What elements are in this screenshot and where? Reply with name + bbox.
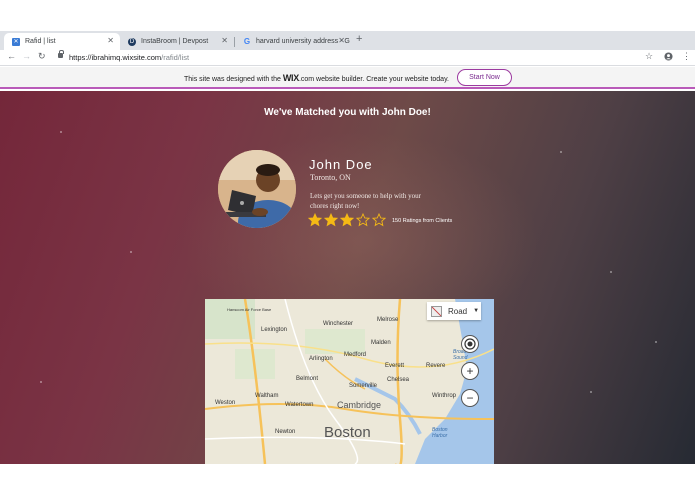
wix-banner-text: This site was designed with the WIX.com … [184, 73, 449, 83]
map-label-belmont: Belmont [296, 376, 319, 382]
map-road-icon [431, 305, 442, 317]
back-arrow-icon[interactable]: ← [7, 51, 16, 61]
map-type-label: Road [448, 306, 468, 316]
my-location-button[interactable] [461, 335, 479, 353]
map-label-boston: Boston [324, 424, 371, 441]
top-whitespace [0, 0, 695, 31]
address-bar-row: ← → ↻ https://ibrahimq.wixsite.com/rafid… [0, 50, 695, 66]
tab-title: harvard university address - G [256, 38, 350, 45]
url-host: https://ibrahimq.wixsite.com [69, 53, 162, 62]
map-label-hanscom: Hanscom Air Force Base [227, 307, 272, 312]
menu-kebab-icon[interactable]: ⋮ [682, 51, 691, 62]
plus-icon: + [466, 364, 474, 378]
url-field[interactable]: https://ibrahimq.wixsite.com/rafid/list [69, 53, 189, 62]
map-type-dropdown[interactable]: Road ▼ [427, 302, 481, 320]
background-particle [590, 391, 592, 393]
tab-rafid-list[interactable]: ✕ Rafid | list ✕ [4, 33, 120, 50]
map-label-cambridge: Cambridge [337, 400, 382, 410]
wix-banner: This site was designed with the WIX.com … [0, 67, 695, 89]
chevron-down-icon: ▼ [473, 308, 480, 314]
zoom-in-button[interactable]: + [461, 362, 479, 380]
background-particle [655, 341, 657, 343]
map-label-winthrop: Winthrop [432, 393, 457, 399]
match-hero: We've Matched you with John Doe! John Do… [0, 91, 695, 464]
wix-favicon-icon: ✕ [12, 37, 20, 46]
star-filled-icon [340, 213, 354, 227]
wix-brand: WIX [282, 73, 299, 83]
provider-location: Toronto, ON [310, 173, 351, 182]
minus-icon: − [466, 391, 474, 405]
map-label-everett: Everett [385, 363, 405, 369]
ratings-count: 150 Ratings from Clients [392, 218, 453, 224]
map-label-weston: Weston [215, 400, 236, 406]
map-label-boston-harbor: Boston Harbor [432, 427, 448, 439]
background-particle [40, 381, 42, 383]
map-label-chelsea: Chelsea [387, 377, 410, 383]
map-widget[interactable]: Hanscom Air Force Base Lexington Winches… [205, 299, 494, 464]
tab-title: InstaBroom | Devpost [141, 38, 209, 45]
map-label-revere: Revere [426, 363, 446, 369]
map-label-medford: Medford [344, 352, 367, 358]
tab-google-search[interactable]: G harvard university address - G ✕ [235, 33, 351, 50]
close-tab-icon[interactable]: ✕ [338, 36, 345, 45]
background-particle [130, 251, 132, 253]
start-now-button[interactable]: Start Now [457, 69, 512, 86]
map-label-winchester: Winchester [323, 321, 354, 327]
map-label-melrose: Melrose [377, 317, 399, 323]
provider-name: John Doe [309, 157, 373, 172]
tab-title: Rafid | list [25, 38, 56, 45]
browser-tabstrip: ✕ Rafid | list ✕ D InstaBroom | Devpost … [0, 31, 695, 50]
provider-description: Lets get you someone to help with your c… [310, 192, 422, 210]
star-rating [308, 213, 388, 227]
star-empty-icon [356, 213, 370, 227]
devpost-favicon-icon: D [128, 37, 136, 46]
background-particle [610, 271, 612, 273]
new-tab-button[interactable]: + [356, 33, 362, 45]
tab-instabroom-devpost[interactable]: D InstaBroom | Devpost ✕ [120, 33, 234, 50]
url-path: /rafid/list [161, 53, 190, 62]
match-title: We've Matched you with John Doe! [264, 107, 431, 118]
background-particle [560, 151, 562, 153]
map-label-lexington: Lexington [261, 327, 288, 333]
forward-arrow-icon[interactable]: → [22, 51, 31, 61]
map-label-watertown: Watertown [285, 402, 314, 408]
map-label-arlington: Arlington [309, 356, 333, 362]
map-label-malden: Malden [371, 340, 391, 346]
target-icon [464, 338, 476, 350]
google-favicon-icon: G [243, 37, 251, 46]
map-label-somerville: Somerville [349, 383, 378, 389]
account-icon[interactable] [664, 51, 673, 63]
star-empty-icon [372, 213, 386, 227]
star-filled-icon [324, 213, 338, 227]
reload-icon[interactable]: ↻ [38, 51, 46, 62]
zoom-out-button[interactable]: − [461, 389, 479, 407]
map-label-waltham: Waltham [255, 393, 279, 399]
wix-text-after: .com website builder. Create your websit… [298, 76, 449, 83]
lock-icon [58, 50, 64, 58]
close-tab-icon[interactable]: ✕ [107, 36, 114, 45]
close-tab-icon[interactable]: ✕ [221, 36, 228, 45]
star-filled-icon [308, 213, 322, 227]
background-particle [60, 131, 62, 133]
avatar [218, 150, 296, 228]
wix-text-before: This site was designed with the [184, 76, 283, 83]
map-label-newton: Newton [275, 429, 296, 435]
bookmark-star-icon[interactable]: ☆ [645, 51, 653, 62]
